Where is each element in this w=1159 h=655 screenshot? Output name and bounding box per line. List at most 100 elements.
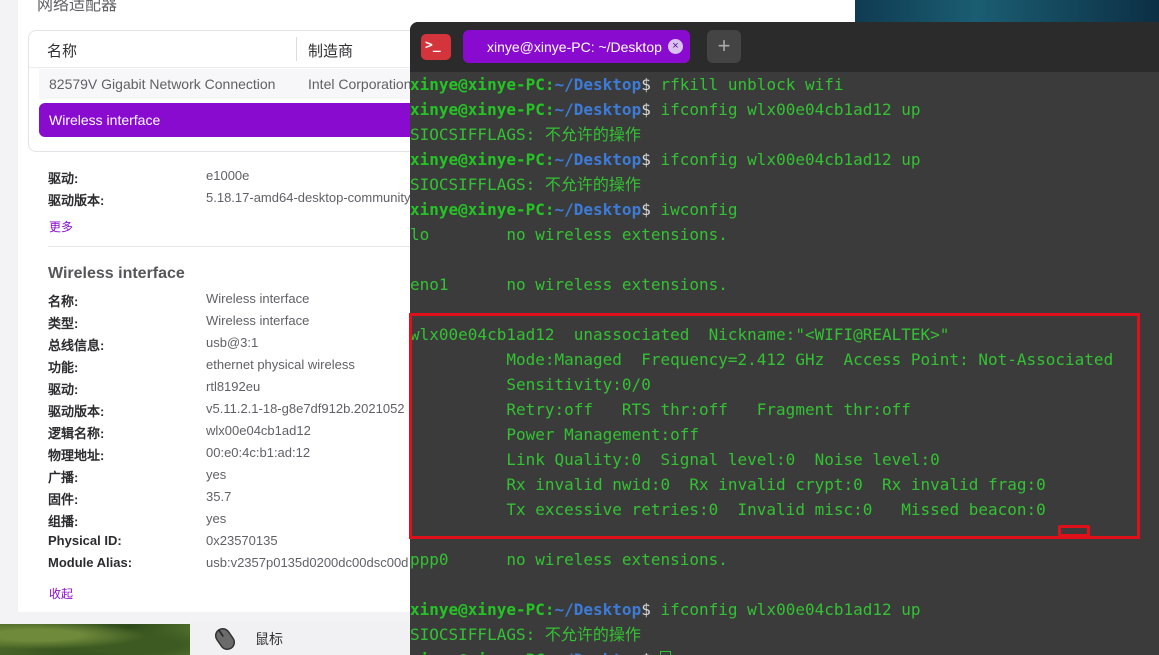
detail-label: Physical ID: [48, 533, 122, 548]
mouse-icon [214, 627, 236, 651]
prompt-path: ~/Desktop [554, 100, 642, 119]
highlight-annotation-box [409, 313, 1140, 539]
detail-label: 广播: [48, 470, 79, 485]
column-header-vendor[interactable]: 制造商 [308, 40, 353, 61]
prompt-dollar: $ [641, 100, 651, 119]
detail-label: 组播: [48, 514, 79, 529]
desktop-wallpaper-top [855, 0, 1159, 24]
summary-value-driver: e1000e [206, 168, 250, 183]
terminal-command-line: xinye@xinye-PC:~/Desktop$ [410, 647, 672, 655]
command-text: iwconfig [650, 200, 738, 219]
detail-label: 类型: [48, 316, 79, 331]
prompt-separator: : [544, 200, 555, 219]
prompt-dollar: $ [641, 150, 651, 169]
terminal-output-line: SIOCSIFFLAGS: 不允许的操作 [410, 625, 641, 644]
detail-label: 名称: [48, 294, 79, 309]
terminal-command-line: xinye@xinye-PC:~/Desktop$ ifconfig wlx00… [410, 147, 921, 172]
row-vendor: Intel Corporation [308, 76, 412, 92]
detail-label: 驱动: [48, 382, 79, 397]
terminal-app-icon: >_ [421, 34, 451, 60]
table-row[interactable]: 82579V Gigabit Network Connection Intel … [39, 69, 429, 99]
prompt-dollar: $ [641, 75, 651, 94]
terminal-output-line: SIOCSIFFLAGS: 不允许的操作 [410, 175, 641, 194]
prompt-dollar: $ [641, 600, 651, 619]
tab-title: xinye@xinye-PC: ~/Desktop [487, 39, 662, 55]
prompt-path: ~/Desktop [554, 600, 642, 619]
sidebar-item-label: 鼠标 [255, 631, 283, 647]
detail-value: 35.7 [206, 489, 232, 504]
detail-label: 总线信息: [48, 338, 105, 353]
terminal-command-line: xinye@xinye-PC:~/Desktop$ rfkill unblock… [410, 72, 844, 97]
prompt-path: ~/Desktop [555, 650, 642, 655]
detail-value: usb@3:1 [206, 335, 259, 350]
detail-value: rtl8192eu [206, 379, 261, 394]
command-text: rfkill unblock wifi [650, 75, 844, 94]
command-text: ifconfig wlx00e04cb1ad12 up [650, 600, 921, 619]
terminal-tab[interactable]: xinye@xinye-PC: ~/Desktop × [463, 30, 690, 63]
terminal-titlebar[interactable]: >_ xinye@xinye-PC: ~/Desktop × + [410, 22, 1159, 72]
new-tab-button[interactable]: + [707, 30, 741, 63]
prompt-dollar: $ [641, 200, 651, 219]
collapse-link[interactable]: 收起 [49, 585, 73, 602]
summary-value-driver-version: 5.18.17-amd64-desktop-community [206, 190, 411, 205]
detail-value: 0x23570135 [206, 533, 278, 548]
terminal-command-line: xinye@xinye-PC:~/Desktop$ iwconfig [410, 197, 738, 222]
detail-value: yes [206, 511, 227, 526]
detail-value: ethernet physical wireless [206, 357, 355, 372]
prompt-path: ~/Desktop [554, 200, 642, 219]
prompt-path: ~/Desktop [554, 75, 642, 94]
highlight-annotation-mark [1058, 525, 1090, 537]
terminal-command-line: xinye@xinye-PC:~/Desktop$ ifconfig wlx00… [410, 97, 921, 122]
terminal-output-line: ppp0 no wireless extensions. [410, 550, 728, 569]
prompt-path: ~/Desktop [554, 150, 642, 169]
prompt-user: xinye@xinye-PC [410, 650, 545, 655]
command-text: ifconfig wlx00e04cb1ad12 up [650, 150, 921, 169]
detail-label: Module Alias: [48, 555, 133, 570]
command-text: ifconfig wlx00e04cb1ad12 up [650, 100, 921, 119]
summary-label-driver: 驱动: [48, 171, 79, 186]
terminal-output-line: eno1 no wireless extensions. [410, 275, 728, 294]
detail-label: 驱动版本: [48, 404, 105, 419]
prompt-user: xinye@xinye-PC [410, 75, 545, 94]
prompt-separator: : [545, 650, 555, 655]
row-name: 82579V Gigabit Network Connection [49, 76, 276, 92]
prompt-dollar: $ [641, 650, 651, 655]
column-header-name[interactable]: 名称 [47, 40, 77, 61]
terminal-output-line: SIOCSIFFLAGS: 不允许的操作 [410, 125, 641, 144]
more-link[interactable]: 更多 [49, 218, 73, 235]
table-row-selected[interactable]: Wireless interface [39, 103, 439, 137]
close-icon[interactable]: × [668, 39, 683, 54]
column-divider[interactable] [296, 37, 297, 61]
prompt-user: xinye@xinye-PC [410, 600, 545, 619]
prompt-user: xinye@xinye-PC [410, 150, 545, 169]
detail-value: yes [206, 467, 227, 482]
command-text [651, 650, 661, 655]
prompt-separator: : [544, 150, 555, 169]
summary-label-driver-version: 驱动版本: [48, 193, 105, 208]
prompt-user: xinye@xinye-PC [410, 100, 545, 119]
divider [48, 246, 410, 247]
detail-value: v5.11.2.1-18-g8e7df912b.2021052 [206, 401, 405, 416]
detail-value: wlx00e04cb1ad12 [206, 423, 311, 438]
detail-title: Wireless interface [48, 265, 185, 282]
row-name: Wireless interface [49, 112, 161, 128]
prompt-separator: : [544, 75, 555, 94]
detail-label: 逻辑名称: [48, 426, 105, 441]
detail-label: 物理地址: [48, 448, 105, 463]
text-cursor [660, 650, 672, 655]
desktop-wallpaper-bottom [0, 622, 190, 655]
detail-label: 功能: [48, 360, 79, 375]
adapter-table: 名称 制造商 82579V Gigabit Network Connection… [28, 30, 439, 152]
prompt-separator: : [544, 100, 555, 119]
section-heading: 网络适配器 [37, 0, 118, 14]
detail-value: Wireless interface [206, 291, 310, 306]
table-header: 名称 制造商 [29, 31, 429, 68]
terminal-output-line: lo no wireless extensions. [410, 225, 728, 244]
prompt-separator: : [544, 600, 555, 619]
prompt-user: xinye@xinye-PC [410, 200, 545, 219]
detail-value: Wireless interface [206, 313, 310, 328]
detail-value: 00:e0:4c:b1:ad:12 [206, 445, 311, 460]
terminal-command-line: xinye@xinye-PC:~/Desktop$ ifconfig wlx00… [410, 597, 921, 622]
detail-label: 固件: [48, 492, 79, 507]
sidebar-item-mouse[interactable]: 鼠标 [190, 622, 410, 655]
